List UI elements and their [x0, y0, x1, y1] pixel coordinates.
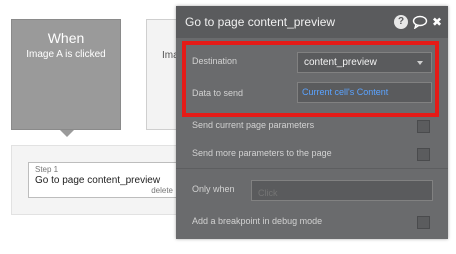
property-editor: Go to page content_preview ? ✖ Destinati… [176, 6, 448, 239]
send-more-params-checkbox[interactable] [417, 148, 430, 161]
only-when-label: Only when [192, 184, 235, 194]
data-to-send-field[interactable]: Current cell's Content [297, 82, 432, 103]
event-condition: Image A is clicked [26, 49, 106, 60]
help-icon[interactable]: ? [394, 15, 408, 29]
destination-value: content_preview [304, 57, 377, 68]
comment-icon[interactable] [412, 15, 428, 30]
step-number: Step 1 [35, 165, 59, 174]
send-more-params-label: Send more parameters to the page [192, 148, 332, 158]
data-to-send-value: Current cell's Content [302, 87, 389, 97]
steps-panel: Step 1 Go to page content_preview delete [11, 145, 201, 215]
property-editor-title: Go to page content_preview [185, 15, 336, 29]
only-when-input[interactable] [251, 180, 433, 201]
step-delete-link[interactable]: delete [151, 186, 173, 195]
breakpoint-label: Add a breakpoint in debug mode [192, 216, 323, 226]
step-title: Go to page content_preview [35, 175, 161, 186]
destination-label: Destination [192, 56, 238, 66]
breakpoint-checkbox[interactable] [417, 216, 430, 229]
send-current-params-label: Send current page parameters [192, 120, 315, 130]
workflow-canvas: When Image A is clicked Ima Step 1 Go to… [0, 0, 456, 254]
event-card[interactable]: When Image A is clicked [11, 19, 121, 130]
destination-dropdown[interactable]: content_preview [297, 52, 432, 73]
chevron-down-icon [417, 61, 423, 65]
step-card[interactable]: Step 1 Go to page content_preview delete [28, 162, 180, 198]
close-icon[interactable]: ✖ [432, 15, 444, 29]
event-when-label: When [47, 30, 85, 46]
property-editor-header[interactable]: Go to page content_preview ? ✖ [176, 6, 448, 38]
send-current-params-checkbox[interactable] [417, 120, 430, 133]
divider [176, 168, 448, 169]
data-to-send-label: Data to send [192, 88, 244, 98]
event-pointer [60, 130, 74, 137]
